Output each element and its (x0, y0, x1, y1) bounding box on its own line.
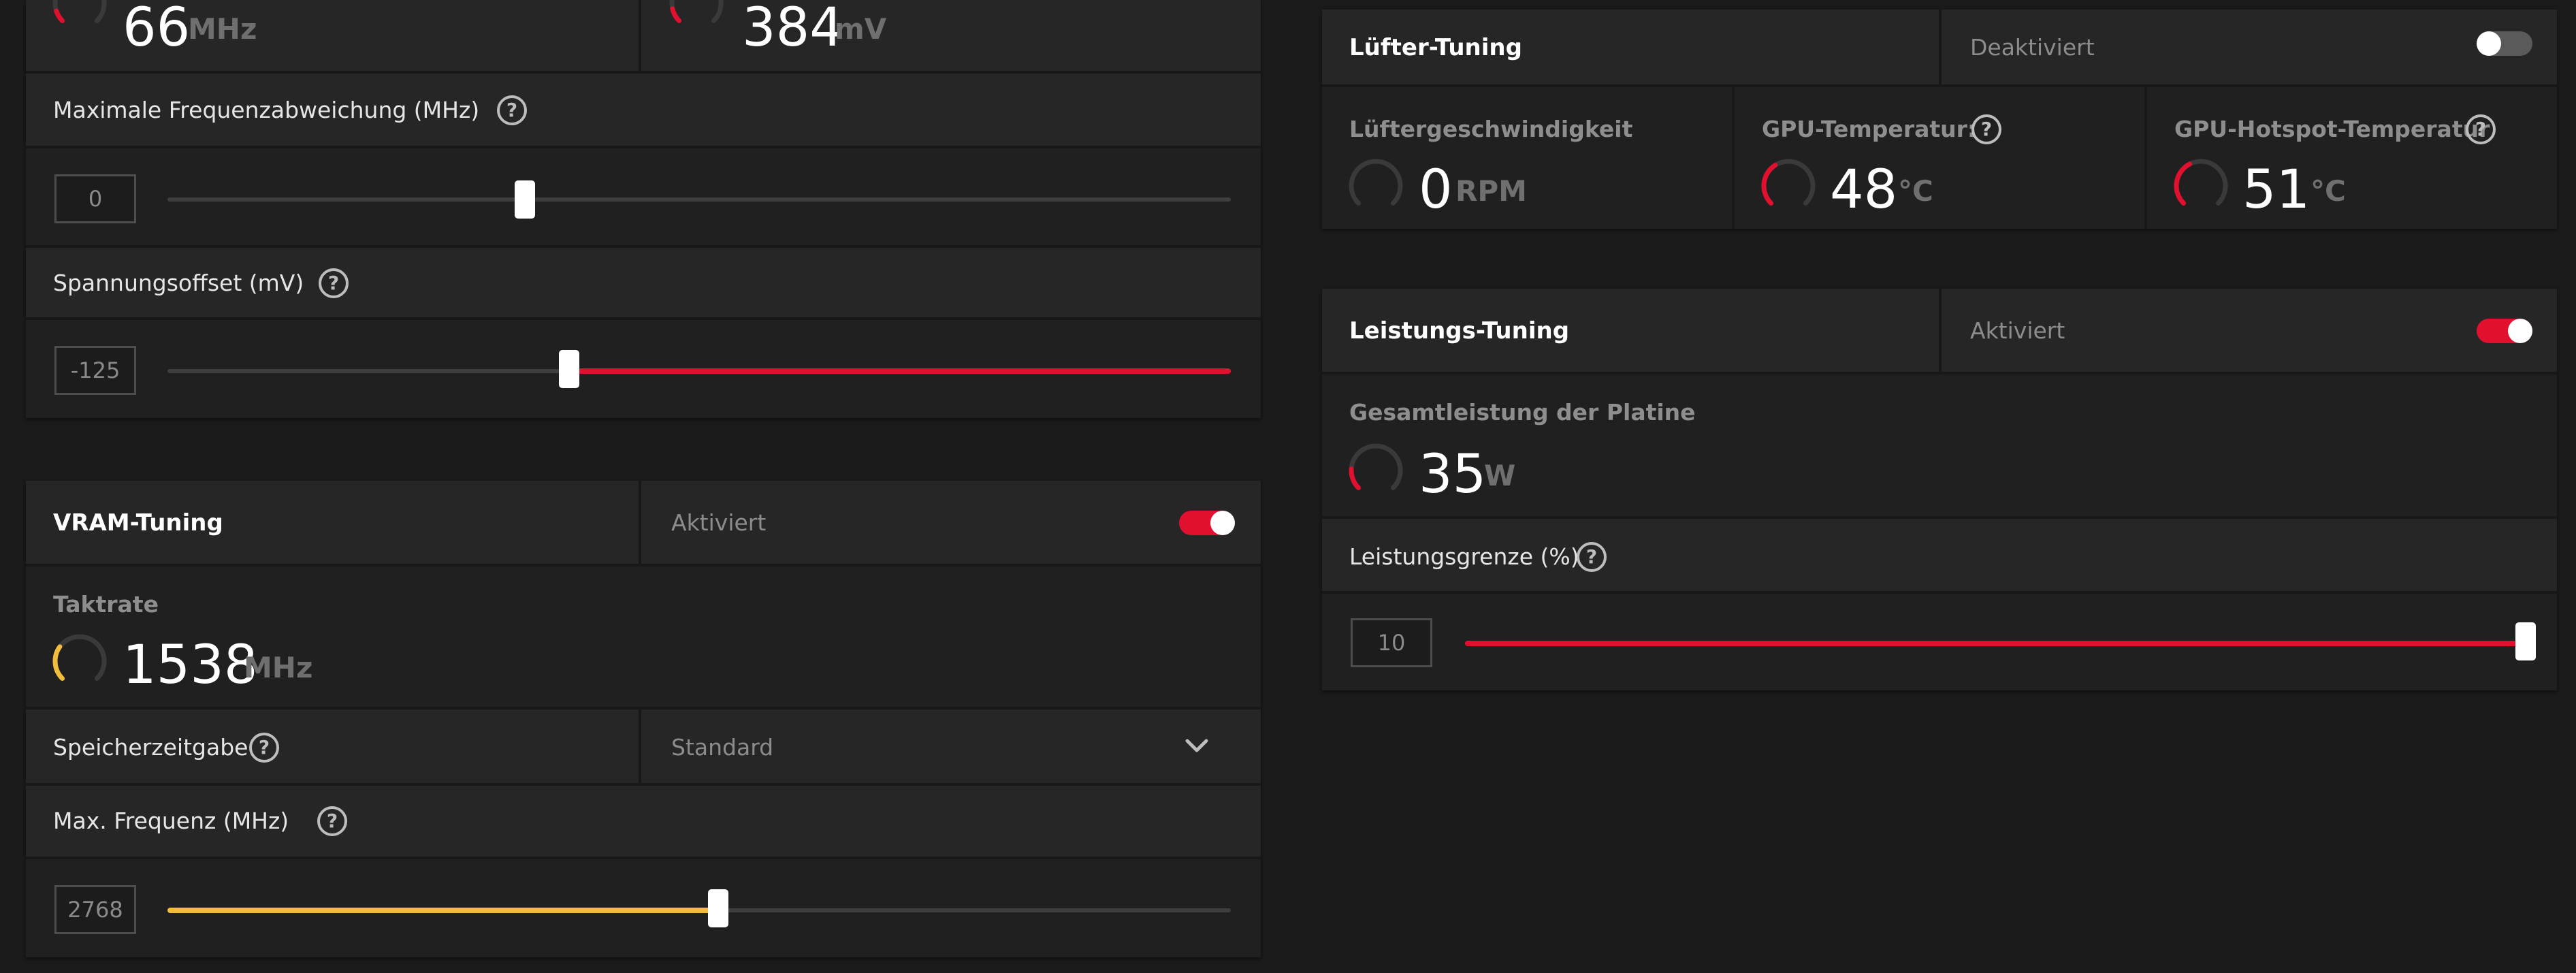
power-limit-label: Leistungsgrenze (%) (1349, 543, 1579, 570)
hotspot-temp-gauge-icon (2174, 159, 2228, 206)
voltage-offset-help-icon[interactable]: ? (319, 268, 349, 298)
power-limit-input[interactable]: 10 (1351, 618, 1432, 667)
memory-timing-value: Standard (671, 734, 774, 761)
power-title: Leistungs-Tuning (1349, 317, 1570, 345)
fan-header: Lüfter-Tuning Deaktiviert (1322, 10, 2557, 87)
fan-tuning-panel: Lüfter-Tuning Deaktiviert Lüftergeschwin… (1322, 10, 2557, 229)
board-power-unit: W (1484, 459, 1516, 492)
power-toggle-knob (2508, 319, 2532, 343)
power-status: Aktiviert (1970, 317, 2065, 344)
vram-header: VRAM-Tuning Aktiviert (26, 481, 1261, 567)
fan-speed-label: Lüftergeschwindigkeit (1349, 116, 1633, 142)
voltage-offset-fill (569, 368, 1231, 374)
voltage-gauge-icon (669, 0, 724, 23)
memory-timing-dropdown[interactable]: Standard (641, 709, 1261, 783)
voltage-unit: mV (835, 12, 887, 46)
fan-status: Deaktiviert (1970, 34, 2095, 61)
fan-speed-unit: RPM (1455, 174, 1527, 208)
vram-clock-label: Taktrate (53, 591, 159, 618)
vram-status: Aktiviert (671, 509, 767, 536)
memory-timing-label: Speicherzeitgabe (53, 734, 248, 761)
board-power-row: Gesamtleistung der Platine 35 W (1322, 374, 2557, 519)
memory-timing-row: Speicherzeitgabe ? Standard (26, 709, 1261, 786)
gpu-temp-value: 48 (1830, 159, 1898, 221)
gauge-level (670, 6, 682, 23)
vram-clock-unit: MHz (244, 651, 313, 684)
gauge-level (1761, 163, 1778, 206)
voltage-offset-slider-thumb[interactable] (559, 350, 580, 388)
gauge-level (54, 8, 65, 23)
clock-unit: MHz (188, 12, 257, 46)
fan-toggle[interactable] (2477, 31, 2532, 56)
vram-title: VRAM-Tuning (53, 509, 223, 537)
gpu-temp-label: GPU-Temperatur: (1762, 116, 1977, 142)
hotspot-temp-unit: °C (2311, 174, 2346, 208)
vram-max-freq-fill (167, 908, 719, 913)
clock-value: 66 (123, 0, 191, 59)
fan-speed-gauge-icon (1349, 159, 1403, 206)
gpu-temp-gauge-icon (1761, 159, 1816, 206)
power-tuning-panel: Leistungs-Tuning Aktiviert Gesamtleistun… (1322, 289, 2557, 690)
board-power-value: 35 (1419, 444, 1487, 505)
power-limit-row: Leistungsgrenze (%) ? (1322, 519, 2557, 594)
max-freq-offset-track[interactable] (167, 197, 1231, 202)
voltage-offset-label: Spannungsoffset (mV) (53, 270, 304, 296)
vram-clock-value: 1538 (123, 635, 258, 696)
board-power-gauge-icon (1349, 443, 1403, 490)
max-freq-offset-input[interactable]: 0 (54, 174, 136, 223)
gauge-level (1349, 466, 1362, 490)
power-header: Leistungs-Tuning Aktiviert (1322, 289, 2557, 374)
board-power-label: Gesamtleistung der Platine (1349, 399, 1696, 426)
fan-toggle-knob (2477, 31, 2501, 56)
gpu-temp-help-icon[interactable]: ? (1971, 114, 2001, 144)
gpu-temp-unit: °C (1898, 174, 1933, 208)
fan-title: Lüfter-Tuning (1349, 34, 1522, 61)
vram-max-freq-slider-row: 2768 (26, 859, 1261, 957)
hotspot-temp-value: 51 (2242, 159, 2311, 221)
vram-clock-gauge-icon (52, 634, 107, 681)
gauge-level (52, 644, 65, 681)
gauge-track (1349, 443, 1403, 490)
vram-clock-row: Taktrate 1538 MHz (26, 567, 1261, 709)
chevron-down-icon (1185, 739, 1208, 752)
max-freq-offset-slider-row: 0 (26, 148, 1261, 248)
voltage-offset-slider-row: -125 (26, 320, 1261, 418)
gauge-track (1349, 159, 1403, 206)
voltage-offset-input[interactable]: -125 (54, 346, 136, 395)
hotspot-temp-label: GPU-Hotspot-Temperatur (2174, 116, 2490, 142)
vram-toggle[interactable] (1179, 511, 1235, 535)
fan-metrics-row: Lüftergeschwindigkeit 0 RPM GPU-Temperat… (1322, 87, 2557, 229)
gauge-level (2174, 161, 2193, 206)
vram-max-freq-label: Max. Frequenz (MHz) (53, 808, 289, 834)
max-freq-offset-row: Maximale Frequenzabweichung (MHz) ? (26, 74, 1261, 148)
power-limit-slider-thumb[interactable] (2515, 622, 2536, 660)
vram-max-freq-help-icon[interactable]: ? (317, 806, 347, 836)
vram-toggle-knob (1210, 511, 1235, 535)
metrics-row: 66 MHz 384 mV (26, 0, 1261, 74)
voltage-value: 384 (742, 0, 843, 59)
max-freq-offset-label: Maximale Frequenzabweichung (MHz) (53, 97, 480, 123)
voltage-offset-row: Spannungsoffset (mV) ? (26, 248, 1261, 320)
vram-max-freq-slider-thumb[interactable] (708, 889, 729, 927)
clock-gauge-icon (52, 0, 107, 23)
vram-max-freq-row: Max. Frequenz (MHz) ? (26, 786, 1261, 859)
gauge-track (52, 634, 107, 681)
max-freq-offset-help-icon[interactable]: ? (497, 95, 527, 125)
vram-max-freq-input[interactable]: 2768 (54, 885, 136, 934)
power-toggle[interactable] (2477, 319, 2532, 343)
max-freq-offset-slider-thumb[interactable] (514, 180, 535, 219)
vram-tuning-panel: VRAM-Tuning Aktiviert Taktrate 1538 MHz … (26, 481, 1261, 957)
fan-speed-value: 0 (1419, 159, 1453, 221)
clock-voltage-panel: 66 MHz 384 mV Maximale Frequenzabweichun… (26, 0, 1261, 418)
power-limit-help-icon[interactable]: ? (1577, 542, 1607, 572)
power-limit-fill (1465, 641, 2526, 646)
hotspot-temp-help-icon[interactable]: ? (2466, 114, 2496, 144)
memory-timing-help-icon[interactable]: ? (249, 733, 279, 763)
power-limit-slider-row: 10 (1322, 594, 2557, 690)
